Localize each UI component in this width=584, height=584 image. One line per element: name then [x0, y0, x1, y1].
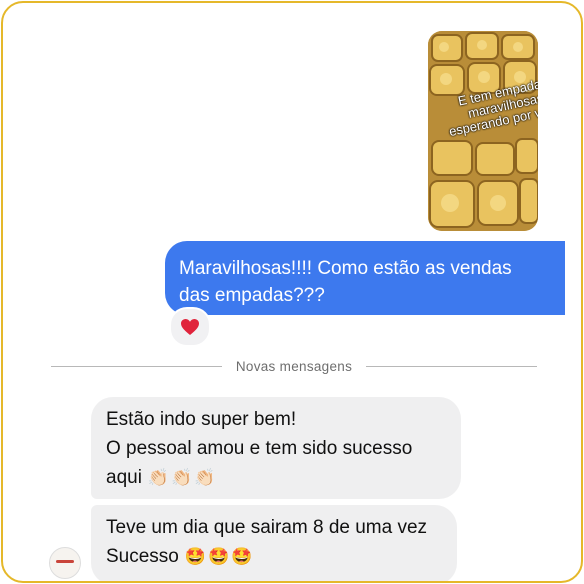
message-reaction[interactable]: [169, 307, 211, 347]
sent-message-line: Maravilhosas!!!! Como estão as vendas: [179, 258, 512, 279]
received-message-line: Sucesso 🤩🤩🤩: [106, 542, 442, 571]
sent-message-line: das empadas???: [179, 285, 325, 306]
avatar[interactable]: [49, 547, 81, 579]
new-messages-divider: Novas mensagens: [51, 355, 537, 377]
shared-photo[interactable]: E tem empadas maravilhosas esperando por…: [428, 31, 538, 231]
received-message-text: aqui: [106, 467, 142, 488]
clapping-hands-icon: 👏🏻👏🏻👏🏻: [147, 468, 218, 487]
received-message-bubble[interactable]: Teve um dia que sairam 8 de uma vez Suce…: [91, 505, 457, 581]
star-struck-face-icon: 🤩🤩🤩: [184, 547, 255, 566]
divider-label: Novas mensagens: [235, 358, 353, 374]
received-message-bubble[interactable]: Estão indo super bem! O pessoal amou e t…: [91, 397, 461, 499]
received-message-line: Estão indo super bem!: [106, 409, 297, 430]
divider-line: [51, 365, 222, 367]
received-message-text: Sucesso: [106, 546, 179, 567]
chat-screenshot-frame: E tem empadas maravilhosas esperando por…: [1, 1, 583, 583]
received-message-line: aqui 👏🏻👏🏻👏🏻: [106, 463, 446, 492]
divider-line: [366, 365, 537, 367]
heart-icon: [181, 319, 199, 335]
received-message-line: Teve um dia que sairam 8 de uma vez: [106, 517, 428, 538]
sent-message-bubble[interactable]: Maravilhosas!!!! Como estão as vendas da…: [165, 241, 565, 315]
received-message-line: O pessoal amou e tem sido sucesso: [106, 438, 413, 459]
